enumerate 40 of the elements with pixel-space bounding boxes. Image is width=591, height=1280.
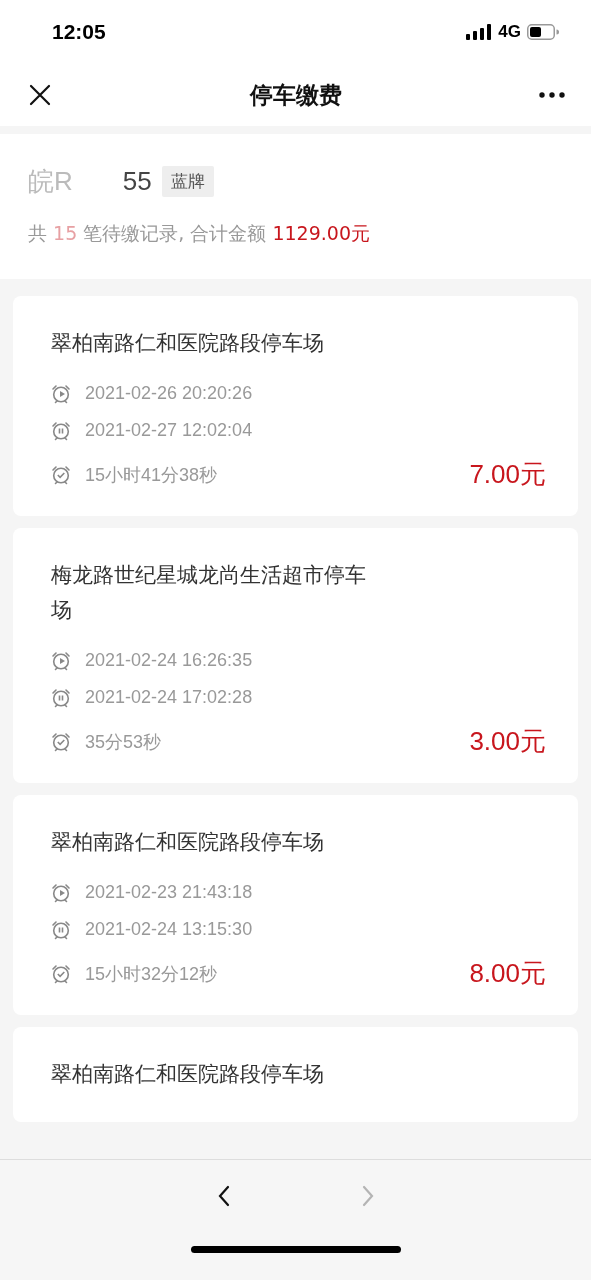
signal-icon (466, 24, 493, 40)
record-card[interactable]: 翠柏南路仁和医院路段停车场 2021-02-23 21:43:18 2021-02-24 13:15:30 15小时32分12秒 8.00元 (13, 795, 578, 1015)
summary-text: 共 15 笔待缴记录, 合计金额 1129.00元 (28, 221, 371, 246)
clock-check-icon (51, 464, 71, 485)
entry-time-label: 2021-02-26 20:20:26 (85, 383, 253, 404)
clock-play-icon (51, 383, 71, 404)
duration-label: 15小时41分38秒 (85, 463, 218, 487)
parking-lot-name: 翠柏南路仁和医院路段停车场 (51, 330, 325, 357)
exit-time-label: 2021-02-27 12:02:04 (85, 420, 253, 441)
duration-label: 35分53秒 (85, 730, 162, 754)
clock-check-icon (51, 963, 71, 984)
battery-icon (527, 24, 559, 40)
clock-pause-icon (51, 919, 71, 940)
exit-time-label: 2021-02-24 17:02:28 (85, 687, 253, 708)
status-time: 12:05 (52, 20, 106, 44)
parking-lot-name: 梅龙路世纪星城龙尚生活超市停车场 (51, 562, 367, 624)
record-card[interactable]: 翠柏南路仁和医院路段停车场 2021-02-26 20:20:26 2021-02-27 12:02:04 15小时41分38秒 7.00元 (13, 296, 578, 516)
clock-pause-icon (51, 420, 71, 441)
clock-pause-icon (51, 687, 71, 708)
entry-time-label: 2021-02-23 21:43:18 (85, 882, 253, 903)
record-card[interactable]: 翠柏南路仁和医院路段停车场 (13, 1027, 578, 1122)
fee-amount: 8.00元 (469, 957, 546, 990)
clock-check-icon (51, 731, 71, 752)
plate-number: 55 (122, 166, 152, 197)
parking-lot-name: 翠柏南路仁和医院路段停车场 (51, 1061, 325, 1088)
fee-amount: 7.00元 (469, 458, 546, 491)
exit-time-label: 2021-02-24 13:15:30 (85, 919, 253, 940)
more-icon[interactable] (539, 92, 565, 98)
record-card[interactable]: 梅龙路世纪星城龙尚生活超市停车场 2021-02-24 16:26:35 2021-02-24 17:02:28 35分53秒 3.00元 (13, 528, 578, 783)
clock-play-icon (51, 882, 71, 903)
clock-play-icon (51, 650, 71, 671)
page-title: 停车缴费 (249, 80, 342, 110)
fee-amount: 3.00元 (469, 725, 546, 758)
close-icon[interactable] (28, 83, 52, 107)
network-label: 4G (498, 22, 521, 42)
parking-lot-name: 翠柏南路仁和医院路段停车场 (51, 829, 325, 856)
plate-type-tag: 蓝牌 (161, 166, 214, 197)
entry-time-label: 2021-02-24 16:26:35 (85, 650, 253, 671)
duration-label: 15小时32分12秒 (85, 962, 218, 986)
plate-number: 皖R (28, 165, 73, 198)
